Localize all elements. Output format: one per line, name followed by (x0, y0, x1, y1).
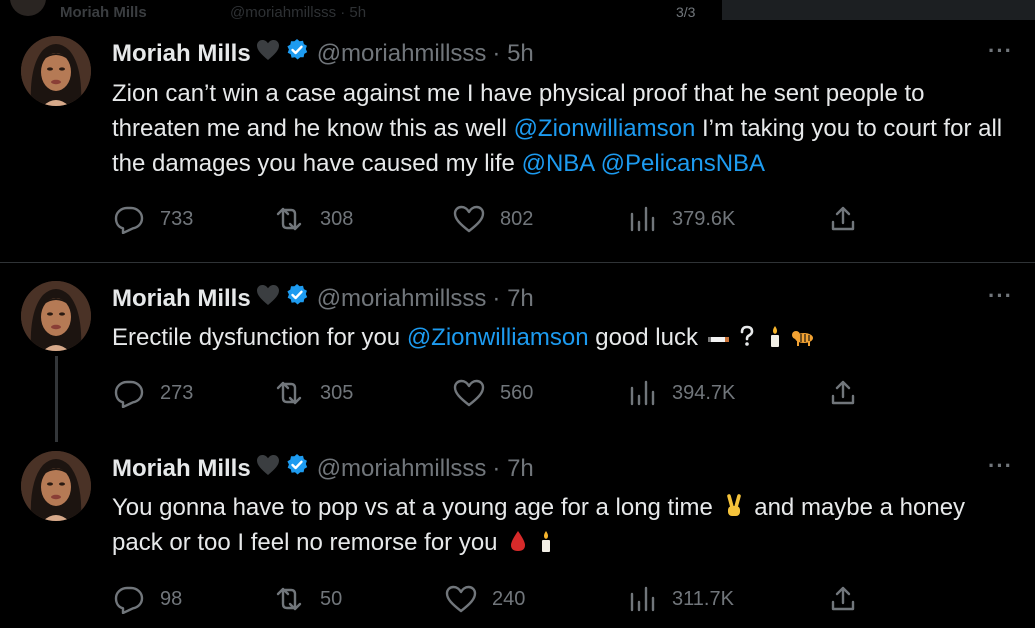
view-count: 394.7K (672, 381, 736, 404)
repost-icon (276, 381, 302, 405)
display-name[interactable]: Moriah Mills (112, 285, 251, 313)
like-button[interactable]: 560 (452, 378, 533, 408)
previous-tweet-header-cropped: Moriah Mills @moriahmillsss · 5h 3/3 (0, 0, 1035, 22)
candle-icon (763, 323, 787, 347)
share-button[interactable] (828, 584, 858, 614)
faded-display-name: Moriah Mills (60, 4, 147, 21)
page-indicator: 3/3 (676, 4, 696, 20)
verified-badge-icon[interactable] (285, 38, 309, 69)
view-count: 311.7K (672, 587, 734, 610)
display-name[interactable]: Moriah Mills (112, 455, 251, 483)
views-button[interactable]: 379.6K (624, 204, 735, 234)
overlay-block (722, 0, 1035, 20)
blood-drop-icon (506, 528, 530, 552)
tweet-header: Moriah Mills @moriahmillsss · 5h (112, 38, 534, 69)
heart-icon (453, 205, 485, 233)
text-segment: You gonna have to pop vs at a young age … (112, 494, 720, 521)
black-heart-icon (256, 39, 280, 68)
reply-icon (114, 380, 144, 408)
mention-link[interactable]: @NBA (522, 150, 594, 177)
handle[interactable]: @moriahmillsss (317, 40, 487, 68)
avatar[interactable] (21, 36, 91, 106)
cigarette-icon (707, 323, 731, 347)
verified-badge-icon[interactable] (285, 453, 309, 484)
like-count: 560 (500, 381, 534, 404)
mention-link[interactable]: @Zionwilliamson (407, 324, 589, 351)
like-button[interactable]: 802 (452, 204, 533, 234)
tweet-actions: 98 50 240 311.7K (112, 584, 872, 614)
analytics-icon (630, 586, 655, 612)
heart-icon (445, 585, 477, 613)
avatar[interactable] (21, 451, 91, 521)
share-button[interactable] (828, 378, 858, 408)
tiger-icon (791, 323, 815, 347)
more-options-icon[interactable]: ··· (988, 283, 1013, 309)
reply-button[interactable]: 273 (112, 378, 193, 408)
repost-count: 308 (320, 207, 354, 230)
like-count: 802 (500, 207, 534, 230)
repost-icon (276, 207, 302, 231)
repost-button[interactable]: 308 (272, 204, 353, 234)
share-icon (831, 380, 855, 405)
thread-connector-line (55, 356, 58, 442)
avatar (10, 0, 46, 16)
black-heart-icon (256, 454, 280, 483)
tweet-header: Moriah Mills @moriahmillsss · 7h (112, 453, 534, 484)
share-icon (831, 586, 855, 611)
reply-button[interactable]: 733 (112, 204, 193, 234)
reply-count: 98 (160, 587, 183, 610)
repost-button[interactable]: 50 (272, 584, 342, 614)
more-options-icon[interactable]: ··· (988, 38, 1013, 64)
repost-count: 305 (320, 381, 354, 404)
tweet-text: You gonna have to pop vs at a young age … (112, 490, 1012, 560)
text-segment: good luck (588, 324, 705, 351)
views-button[interactable]: 311.7K (624, 584, 734, 614)
reply-count: 273 (160, 381, 194, 404)
text-segment: Erectile dysfunction for you (112, 324, 407, 351)
faded-handle: @moriahmillsss · 5h (230, 4, 367, 21)
reply-count: 733 (160, 207, 194, 230)
handle[interactable]: @moriahmillsss (317, 285, 487, 313)
candle-icon (534, 528, 558, 552)
victory-hand-icon (722, 493, 746, 517)
reply-button[interactable]: 98 (112, 584, 182, 614)
display-name[interactable]: Moriah Mills (112, 40, 251, 68)
tweet-actions: 733 308 802 379.6K (112, 204, 872, 234)
more-options-icon[interactable]: ··· (988, 453, 1013, 479)
mention-link[interactable]: @Zionwilliamson (514, 115, 696, 142)
repost-count: 50 (320, 587, 343, 610)
handle[interactable]: @moriahmillsss (317, 455, 487, 483)
repost-icon (276, 587, 302, 611)
view-count: 379.6K (672, 207, 736, 230)
views-button[interactable]: 394.7K (624, 378, 735, 408)
analytics-icon (630, 206, 655, 232)
timestamp[interactable]: · 7h (492, 285, 533, 313)
like-count: 240 (492, 587, 526, 610)
tweet-text: Erectile dysfunction for you @Zionwillia… (112, 320, 1012, 355)
black-heart-icon (256, 284, 280, 313)
repost-button[interactable]: 305 (272, 378, 353, 408)
like-button[interactable]: 240 (444, 584, 525, 614)
reply-icon (114, 206, 144, 234)
tweet-text: Zion can’t win a case against me I have … (112, 76, 1012, 181)
timestamp[interactable]: · 7h (492, 455, 533, 483)
tweet-header: Moriah Mills @moriahmillsss · 7h (112, 283, 534, 314)
heart-icon (453, 379, 485, 407)
mention-link[interactable]: @PelicansNBA (601, 150, 765, 177)
reply-icon (114, 586, 144, 614)
verified-badge-icon[interactable] (285, 283, 309, 314)
share-button[interactable] (828, 204, 858, 234)
timestamp[interactable]: · 5h (492, 40, 533, 68)
question-mark-icon (735, 323, 759, 347)
avatar[interactable] (21, 281, 91, 351)
text-segment (594, 150, 601, 177)
analytics-icon (630, 380, 655, 406)
tweet-divider (0, 262, 1035, 263)
share-icon (831, 206, 855, 231)
tweet-actions: 273 305 560 394.7K (112, 378, 872, 408)
